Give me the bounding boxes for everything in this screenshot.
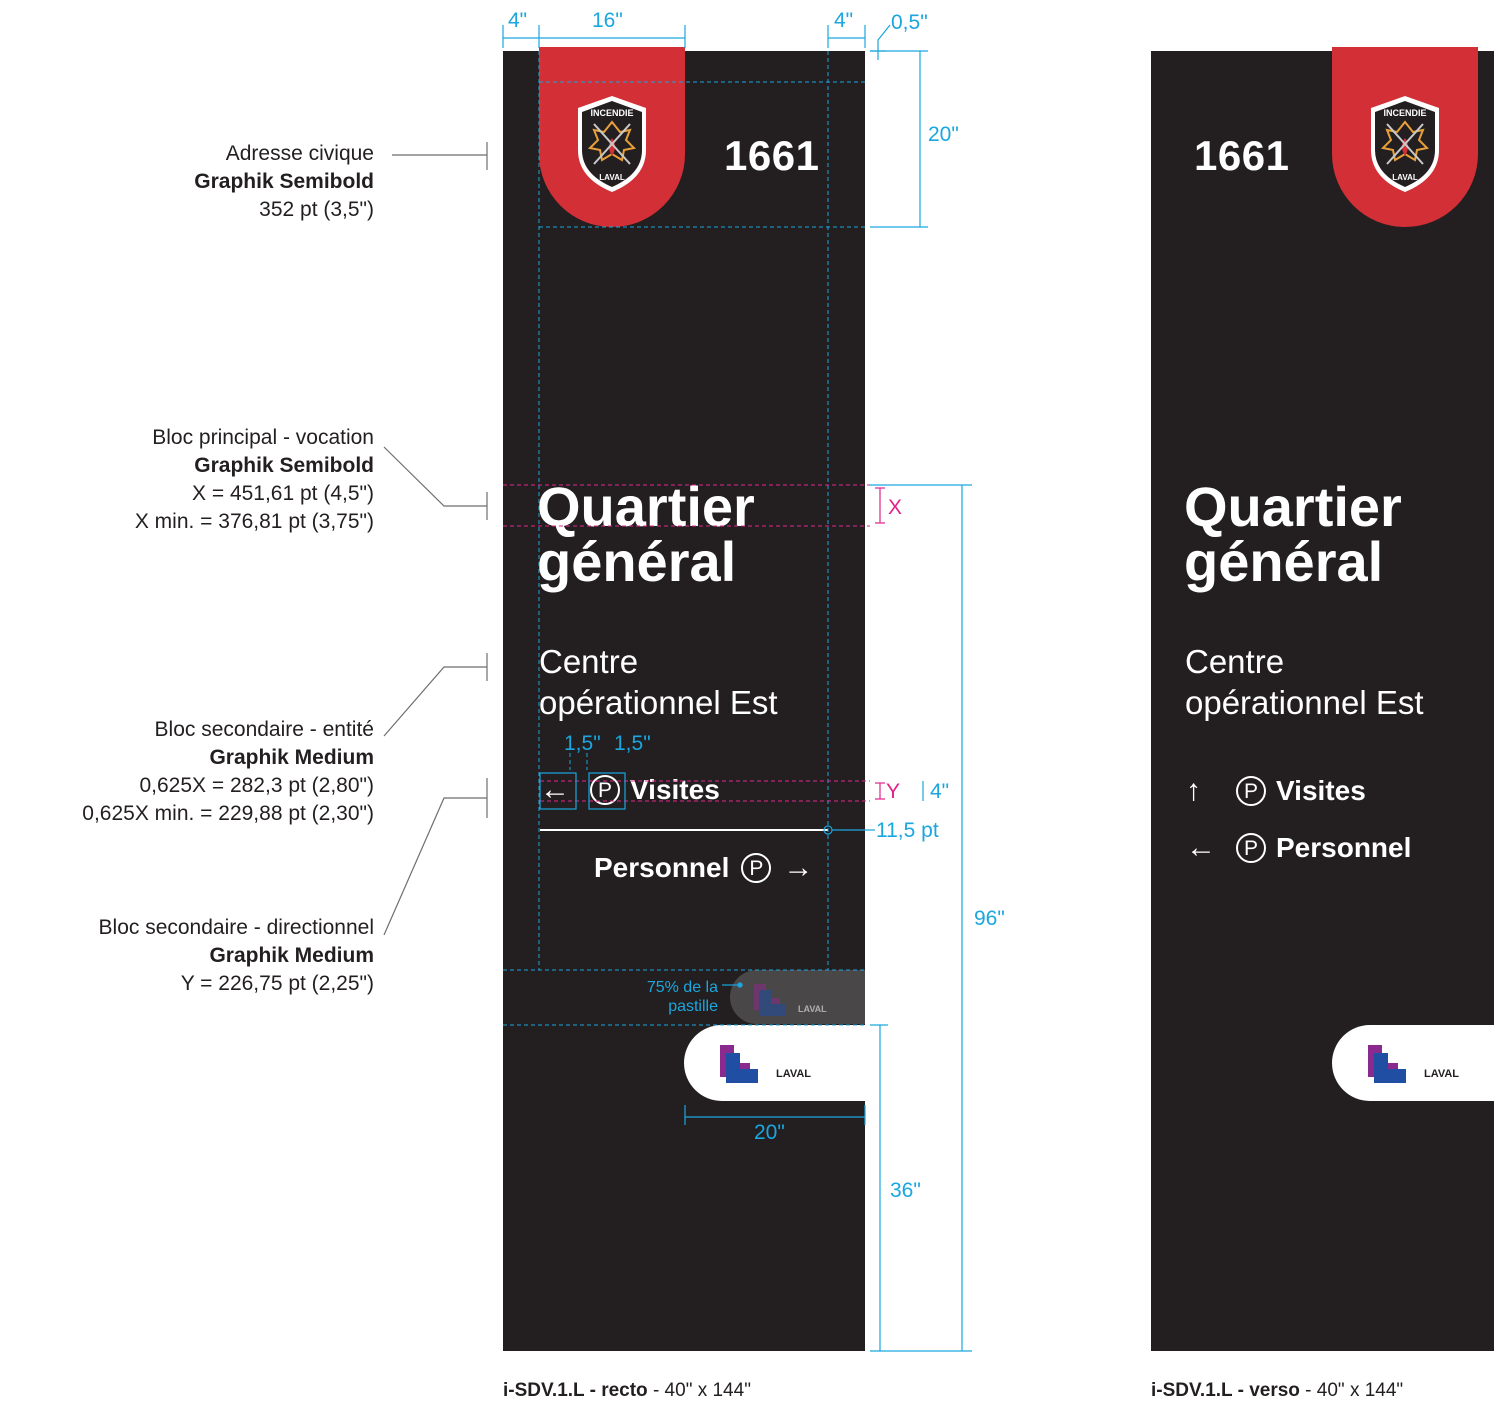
dim-spacing-1: 1,5" (564, 732, 601, 755)
dim-pastille-note: 75% de la pastille (646, 979, 718, 1015)
verso-entity-line2: opérationnel Est (1185, 684, 1424, 721)
verso-title-line1: Quartier (1184, 475, 1402, 538)
dim-y-marker: Y (886, 780, 901, 803)
parking-icon: P (1236, 833, 1266, 863)
verso-fire-department-emblem-icon: INCENDIE LAVAL (1371, 96, 1439, 192)
dim-row-height: 4" (930, 780, 950, 803)
direction-label: Visites (1276, 775, 1366, 806)
svg-text:LAVAL: LAVAL (1392, 173, 1418, 182)
arrow-left-icon: ← (1186, 831, 1216, 864)
dim-top-offset: 0,5" (891, 11, 928, 34)
svg-text:LAVAL: LAVAL (1424, 1068, 1459, 1080)
direction-label: Personnel (1276, 832, 1412, 863)
dim-pastille-width: 20" (754, 1121, 785, 1144)
dim-rule-weight: 11,5 pt (876, 819, 939, 842)
dim-x-marker: X (888, 496, 903, 519)
svg-text:INCENDIE: INCENDIE (1383, 108, 1426, 118)
dim-shield-width: 16" (592, 9, 623, 32)
verso-direction-visites: ↑ P Visites (1186, 776, 1366, 806)
verso-caption: i-SDV.1.L - verso - 40" x 144" (1151, 1380, 1404, 1401)
verso-laval-logo-icon: LAVAL (1368, 1045, 1459, 1083)
recto-caption: i-SDV.1.L - recto - 40" x 144" (503, 1380, 751, 1401)
dim-left-margin: 4" (508, 9, 528, 32)
verso-entity: Centre opérationnel Est (1185, 641, 1424, 723)
parking-icon: P (1236, 776, 1266, 806)
dim-total-height: 96" (974, 907, 1005, 930)
verso-title: Quartier général (1184, 475, 1402, 593)
dim-base-height: 36" (890, 1179, 921, 1202)
verso-entity-line1: Centre (1185, 643, 1285, 680)
verso-address: 1661 (1194, 132, 1290, 179)
arrow-up-icon: ↑ (1186, 774, 1201, 807)
dim-shield-height: 20" (928, 123, 959, 146)
dim-right-margin: 4" (834, 9, 854, 32)
verso-direction-personnel: ← P Personnel (1186, 833, 1411, 863)
verso-title-line2: général (1184, 530, 1384, 593)
dim-spacing-2: 1,5" (614, 732, 651, 755)
